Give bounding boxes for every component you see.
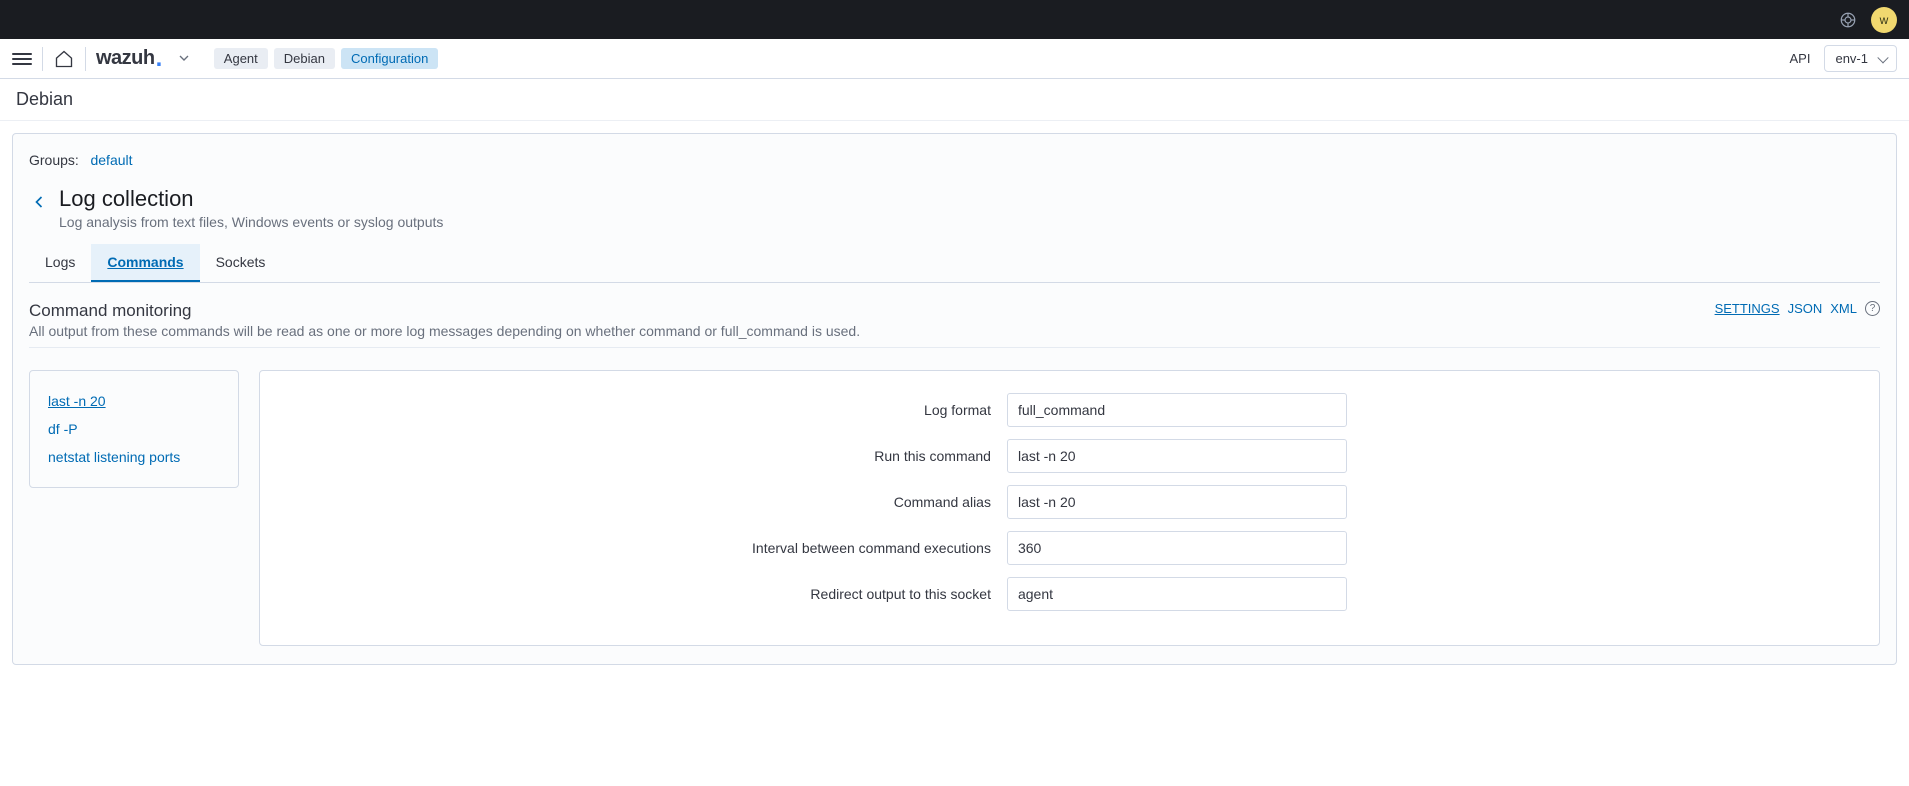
json-link[interactable]: JSON <box>1788 301 1823 316</box>
form-row-command: Run this command last -n 20 <box>288 439 1851 473</box>
settings-link[interactable]: SETTINGS <box>1715 301 1780 316</box>
help-icon[interactable] <box>1839 11 1857 29</box>
label-run-command: Run this command <box>288 448 1007 464</box>
section-header: Log collection Log analysis from text fi… <box>29 186 1880 230</box>
content: Groups: default Log collection Log analy… <box>0 121 1909 677</box>
subsection-actions: SETTINGS JSON XML ? <box>1715 301 1880 316</box>
avatar-letter: w <box>1880 13 1889 27</box>
page-title: Debian <box>0 79 1909 121</box>
section-title: Log collection <box>59 186 443 212</box>
tabs: Logs Commands Sockets <box>29 244 1880 283</box>
breadcrumb-debian[interactable]: Debian <box>274 48 335 69</box>
header: wazuh. Agent Debian Configuration API en… <box>0 39 1909 79</box>
logo[interactable]: wazuh. <box>96 47 162 70</box>
label-alias: Command alias <box>288 494 1007 510</box>
detail-area: last -n 20 df -P netstat listening ports… <box>29 370 1880 646</box>
tab-sockets[interactable]: Sockets <box>200 244 282 282</box>
form-row-logformat: Log format full_command <box>288 393 1851 427</box>
subsection-header: Command monitoring All output from these… <box>29 301 1880 348</box>
tab-logs[interactable]: Logs <box>29 244 91 282</box>
environment-label: env-1 <box>1835 51 1868 66</box>
command-list: last -n 20 df -P netstat listening ports <box>29 370 239 488</box>
label-socket: Redirect output to this socket <box>288 586 1007 602</box>
label-interval: Interval between command executions <box>288 540 1007 556</box>
label-log-format: Log format <box>288 402 1007 418</box>
divider <box>85 47 86 71</box>
breadcrumb: Agent Debian Configuration <box>214 48 439 69</box>
breadcrumb-configuration[interactable]: Configuration <box>341 48 438 69</box>
form-row-interval: Interval between command executions 360 <box>288 531 1851 565</box>
groups-label: Groups: <box>29 152 79 168</box>
command-form: Log format full_command Run this command… <box>259 370 1880 646</box>
groups-line: Groups: default <box>29 152 1880 168</box>
value-interval: 360 <box>1007 531 1347 565</box>
top-bar: w <box>0 0 1909 39</box>
user-avatar[interactable]: w <box>1871 7 1897 33</box>
form-row-alias: Command alias last -n 20 <box>288 485 1851 519</box>
value-log-format: full_command <box>1007 393 1347 427</box>
subsection-title: Command monitoring <box>29 301 860 321</box>
section-subtitle: Log analysis from text files, Windows ev… <box>59 214 443 230</box>
help-circle-icon[interactable]: ? <box>1865 301 1880 316</box>
cmd-item-last[interactable]: last -n 20 <box>48 387 220 415</box>
cmd-item-netstat[interactable]: netstat listening ports <box>48 443 220 471</box>
menu-toggle-icon[interactable] <box>12 49 32 69</box>
api-link[interactable]: API <box>1790 51 1811 66</box>
environment-select[interactable]: env-1 <box>1824 45 1897 72</box>
tab-commands[interactable]: Commands <box>91 244 199 282</box>
value-run-command: last -n 20 <box>1007 439 1347 473</box>
value-alias: last -n 20 <box>1007 485 1347 519</box>
value-socket: agent <box>1007 577 1347 611</box>
cmd-item-df[interactable]: df -P <box>48 415 220 443</box>
divider <box>42 47 43 71</box>
back-icon[interactable] <box>29 192 49 212</box>
groups-link[interactable]: default <box>90 152 132 168</box>
xml-link[interactable]: XML <box>1830 301 1857 316</box>
logo-text: wazuh <box>96 47 155 70</box>
subsection-desc: All output from these commands will be r… <box>29 323 860 339</box>
chevron-down-icon[interactable] <box>176 50 194 68</box>
home-icon[interactable] <box>53 48 75 70</box>
header-right: API env-1 <box>1790 45 1898 72</box>
config-panel: Groups: default Log collection Log analy… <box>12 133 1897 665</box>
breadcrumb-agent[interactable]: Agent <box>214 48 268 69</box>
form-row-socket: Redirect output to this socket agent <box>288 577 1851 611</box>
